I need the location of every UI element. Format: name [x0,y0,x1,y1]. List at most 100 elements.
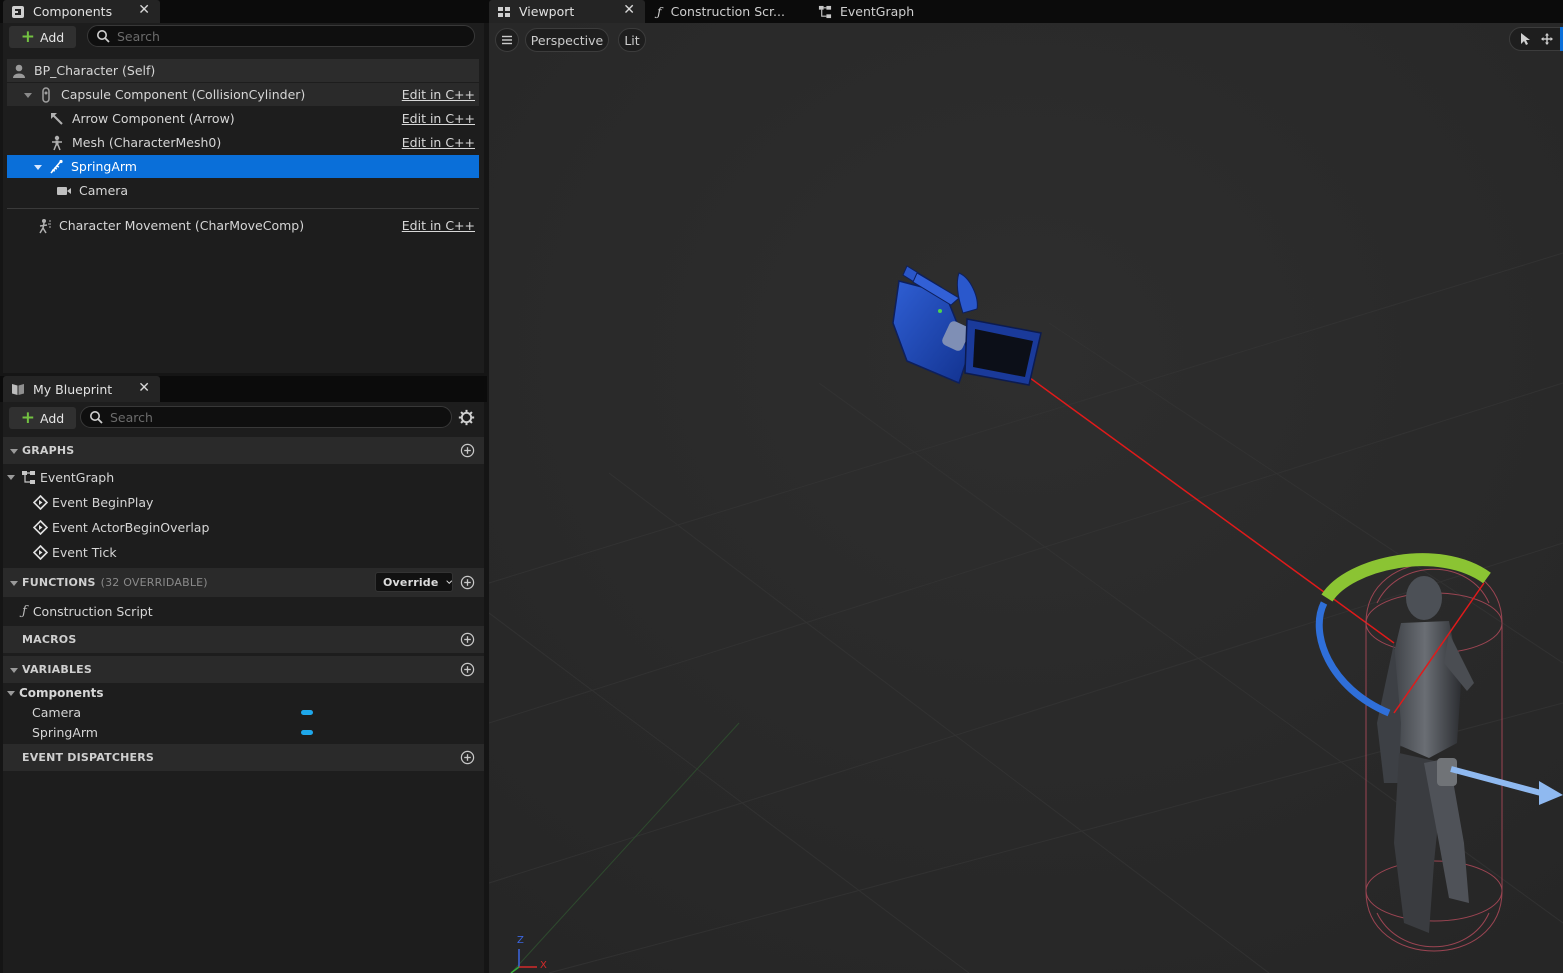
gear-icon[interactable] [458,409,475,426]
lit-button[interactable]: Lit [618,28,646,52]
book-icon [12,384,24,395]
tree-item-label: Camera [79,183,129,198]
variable-item[interactable]: SpringArm [32,720,98,744]
close-icon[interactable]: ✕ [138,380,150,396]
components-tabbar: Components ✕ [0,0,487,23]
editor-tabbar: Viewport ✕ ƒ Construction Scr... EventGr… [487,0,1563,23]
viewport-3d[interactable]: Z X Perspective Lit [489,23,1563,973]
section-title: GRAPHS [22,444,75,457]
event-label: Event BeginPlay [52,494,154,510]
perspective-label: Perspective [530,32,604,48]
tab-construction-script-label: Construction Scr... [670,4,785,19]
close-icon[interactable]: ✕ [138,2,150,18]
tree-item-capsule[interactable]: Capsule Component (CollisionCylinder) Ed… [7,83,479,106]
section-functions[interactable]: FUNCTIONS (32 OVERRIDABLE) Override [3,568,484,597]
section-title: VARIABLES [22,663,92,676]
section-title: EVENT DISPATCHERS [22,751,155,764]
search-placeholder: Search [117,28,160,44]
function-construction-script[interactable]: ƒ Construction Script [22,599,153,623]
chevron-down-icon [445,580,452,584]
graph-eventgraph[interactable]: EventGraph [6,465,114,489]
add-circle-icon[interactable] [460,575,475,590]
collapse-arrow-icon[interactable] [6,472,16,482]
override-label: Override [383,575,439,589]
tab-viewport-label: Viewport [519,4,575,19]
viewport-menu-button[interactable] [495,28,519,52]
event-label: Event Tick [52,544,117,560]
expand-arrow-icon[interactable] [33,162,43,172]
arrow-component-icon [51,112,63,125]
tab-eventgraph[interactable]: EventGraph [818,0,914,23]
tree-item-arrow[interactable]: Arrow Component (Arrow) Edit in C++ [7,107,479,130]
tree-item-label: BP_Character (Self) [34,63,156,78]
tree-item-self[interactable]: BP_Character (Self) [7,59,479,82]
hamburger-icon [502,35,512,45]
tab-components[interactable]: Components ✕ [3,0,160,23]
tree-item-character-movement[interactable]: Character Movement (CharMoveComp) Edit i… [7,214,479,237]
axis-x-label: X [540,960,547,971]
tab-my-blueprint[interactable]: My Blueprint ✕ [3,376,160,402]
collapse-arrow-icon[interactable] [6,688,16,698]
collapse-arrow-icon[interactable] [9,665,19,675]
components-add-button[interactable]: + Add [9,26,76,48]
close-icon[interactable]: ✕ [623,2,635,18]
section-graphs[interactable]: GRAPHS [3,437,484,464]
tree-item-camera[interactable]: Camera [7,179,479,202]
components-search-input[interactable]: Search [87,25,475,47]
variable-label: SpringArm [32,724,98,740]
category-label: Components [19,686,104,700]
search-icon [90,411,103,424]
edit-in-cpp-link[interactable]: Edit in C++ [402,135,475,150]
axis-z-label: Z [517,935,524,946]
tree-item-springarm[interactable]: SpringArm [7,155,479,178]
add-circle-icon[interactable] [460,443,475,458]
move-icon[interactable] [1540,32,1554,46]
editor-area: Viewport ✕ ƒ Construction Scr... EventGr… [487,0,1563,973]
components-icon [12,5,24,18]
plus-icon: + [20,26,36,47]
event-graph-icon [818,5,832,18]
viewport-scene [489,23,1563,973]
event-item[interactable]: Event Tick [33,540,117,564]
tree-item-mesh[interactable]: Mesh (CharacterMesh0) Edit in C++ [7,131,479,154]
blueprint-search-input[interactable]: Search [80,406,452,428]
section-title: MACROS [22,633,77,646]
event-item[interactable]: Event BeginPlay [33,490,153,514]
section-variables[interactable]: VARIABLES [3,656,484,683]
edit-in-cpp-link[interactable]: Edit in C++ [402,87,475,102]
function-label: Construction Script [32,603,153,619]
event-label: Event ActorBeginOverlap [52,519,210,535]
blueprint-tabbar: My Blueprint ✕ [0,376,487,402]
search-placeholder: Search [110,409,153,425]
tab-construction-script[interactable]: ƒ Construction Scr... [657,0,785,23]
add-circle-icon[interactable] [460,632,475,647]
perspective-button[interactable]: Perspective [525,28,609,52]
tree-divider [7,208,479,209]
edit-in-cpp-link[interactable]: Edit in C++ [402,218,475,233]
character-movement-icon [39,218,51,233]
variable-type-pill [301,730,313,735]
event-item[interactable]: Event ActorBeginOverlap [33,515,209,539]
override-dropdown[interactable]: Override [375,572,453,592]
tab-components-label: Components [33,4,113,19]
tab-viewport[interactable]: Viewport ✕ [489,0,645,23]
expand-arrow-icon[interactable] [23,90,33,100]
section-macros[interactable]: MACROS [3,626,484,653]
tree-item-label: SpringArm [71,159,137,174]
lit-label: Lit [624,32,640,48]
collapse-arrow-icon[interactable] [9,446,19,456]
section-event-dispatchers[interactable]: EVENT DISPATCHERS [3,744,484,771]
edit-in-cpp-link[interactable]: Edit in C++ [402,111,475,126]
add-circle-icon[interactable] [460,750,475,765]
collapse-arrow-icon[interactable] [9,578,19,588]
variable-label: Camera [32,704,82,720]
event-diamond-icon [33,544,48,560]
camera-icon [57,186,71,195]
select-cursor-icon[interactable] [1518,32,1532,46]
add-circle-icon[interactable] [460,662,475,677]
tab-eventgraph-label: EventGraph [840,4,915,19]
tree-item-label: Character Movement (CharMoveComp) [59,218,305,233]
blueprint-add-button[interactable]: + Add [9,407,76,429]
function-icon: ƒ [22,603,27,619]
event-diamond-icon [33,519,48,535]
